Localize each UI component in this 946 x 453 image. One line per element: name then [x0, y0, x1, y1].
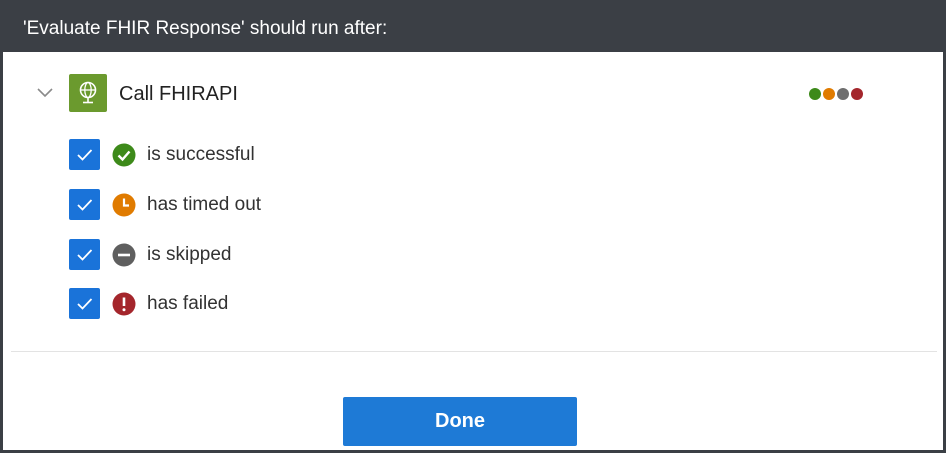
run-after-dialog: 'Evaluate FHIR Response' should run afte…	[0, 0, 946, 453]
globe-icon	[69, 74, 107, 112]
option-label: has failed	[147, 293, 229, 314]
status-dot-failed	[851, 88, 863, 100]
skipped-minus-icon	[112, 243, 136, 267]
option-has-failed: has failed	[69, 288, 469, 320]
chevron-down-icon[interactable]	[33, 80, 57, 104]
checkbox-is-successful[interactable]	[69, 139, 100, 170]
status-dots	[809, 88, 865, 100]
dialog-header: 'Evaluate FHIR Response' should run afte…	[3, 0, 946, 52]
option-label: has timed out	[147, 194, 262, 215]
status-dot-skipped	[837, 88, 849, 100]
option-label: is skipped	[147, 244, 232, 265]
checkbox-has-failed[interactable]	[69, 288, 100, 319]
option-is-successful: is successful	[69, 139, 469, 171]
success-check-icon	[112, 143, 136, 167]
option-has-timed-out: has timed out	[69, 189, 469, 221]
action-row: Call FHIRAPI	[33, 74, 913, 114]
status-dot-success	[809, 88, 821, 100]
option-is-skipped: is skipped	[69, 239, 469, 271]
option-label: is successful	[147, 144, 255, 165]
divider	[11, 351, 937, 352]
timeout-clock-icon	[112, 193, 136, 217]
dialog-title: 'Evaluate FHIR Response' should run afte…	[23, 18, 388, 39]
checkbox-is-skipped[interactable]	[69, 239, 100, 270]
action-name: Call FHIRAPI	[119, 83, 238, 105]
done-button[interactable]: Done	[343, 397, 577, 446]
failed-exclamation-icon	[112, 292, 136, 316]
status-dot-timeout	[823, 88, 835, 100]
checkbox-has-timed-out[interactable]	[69, 189, 100, 220]
